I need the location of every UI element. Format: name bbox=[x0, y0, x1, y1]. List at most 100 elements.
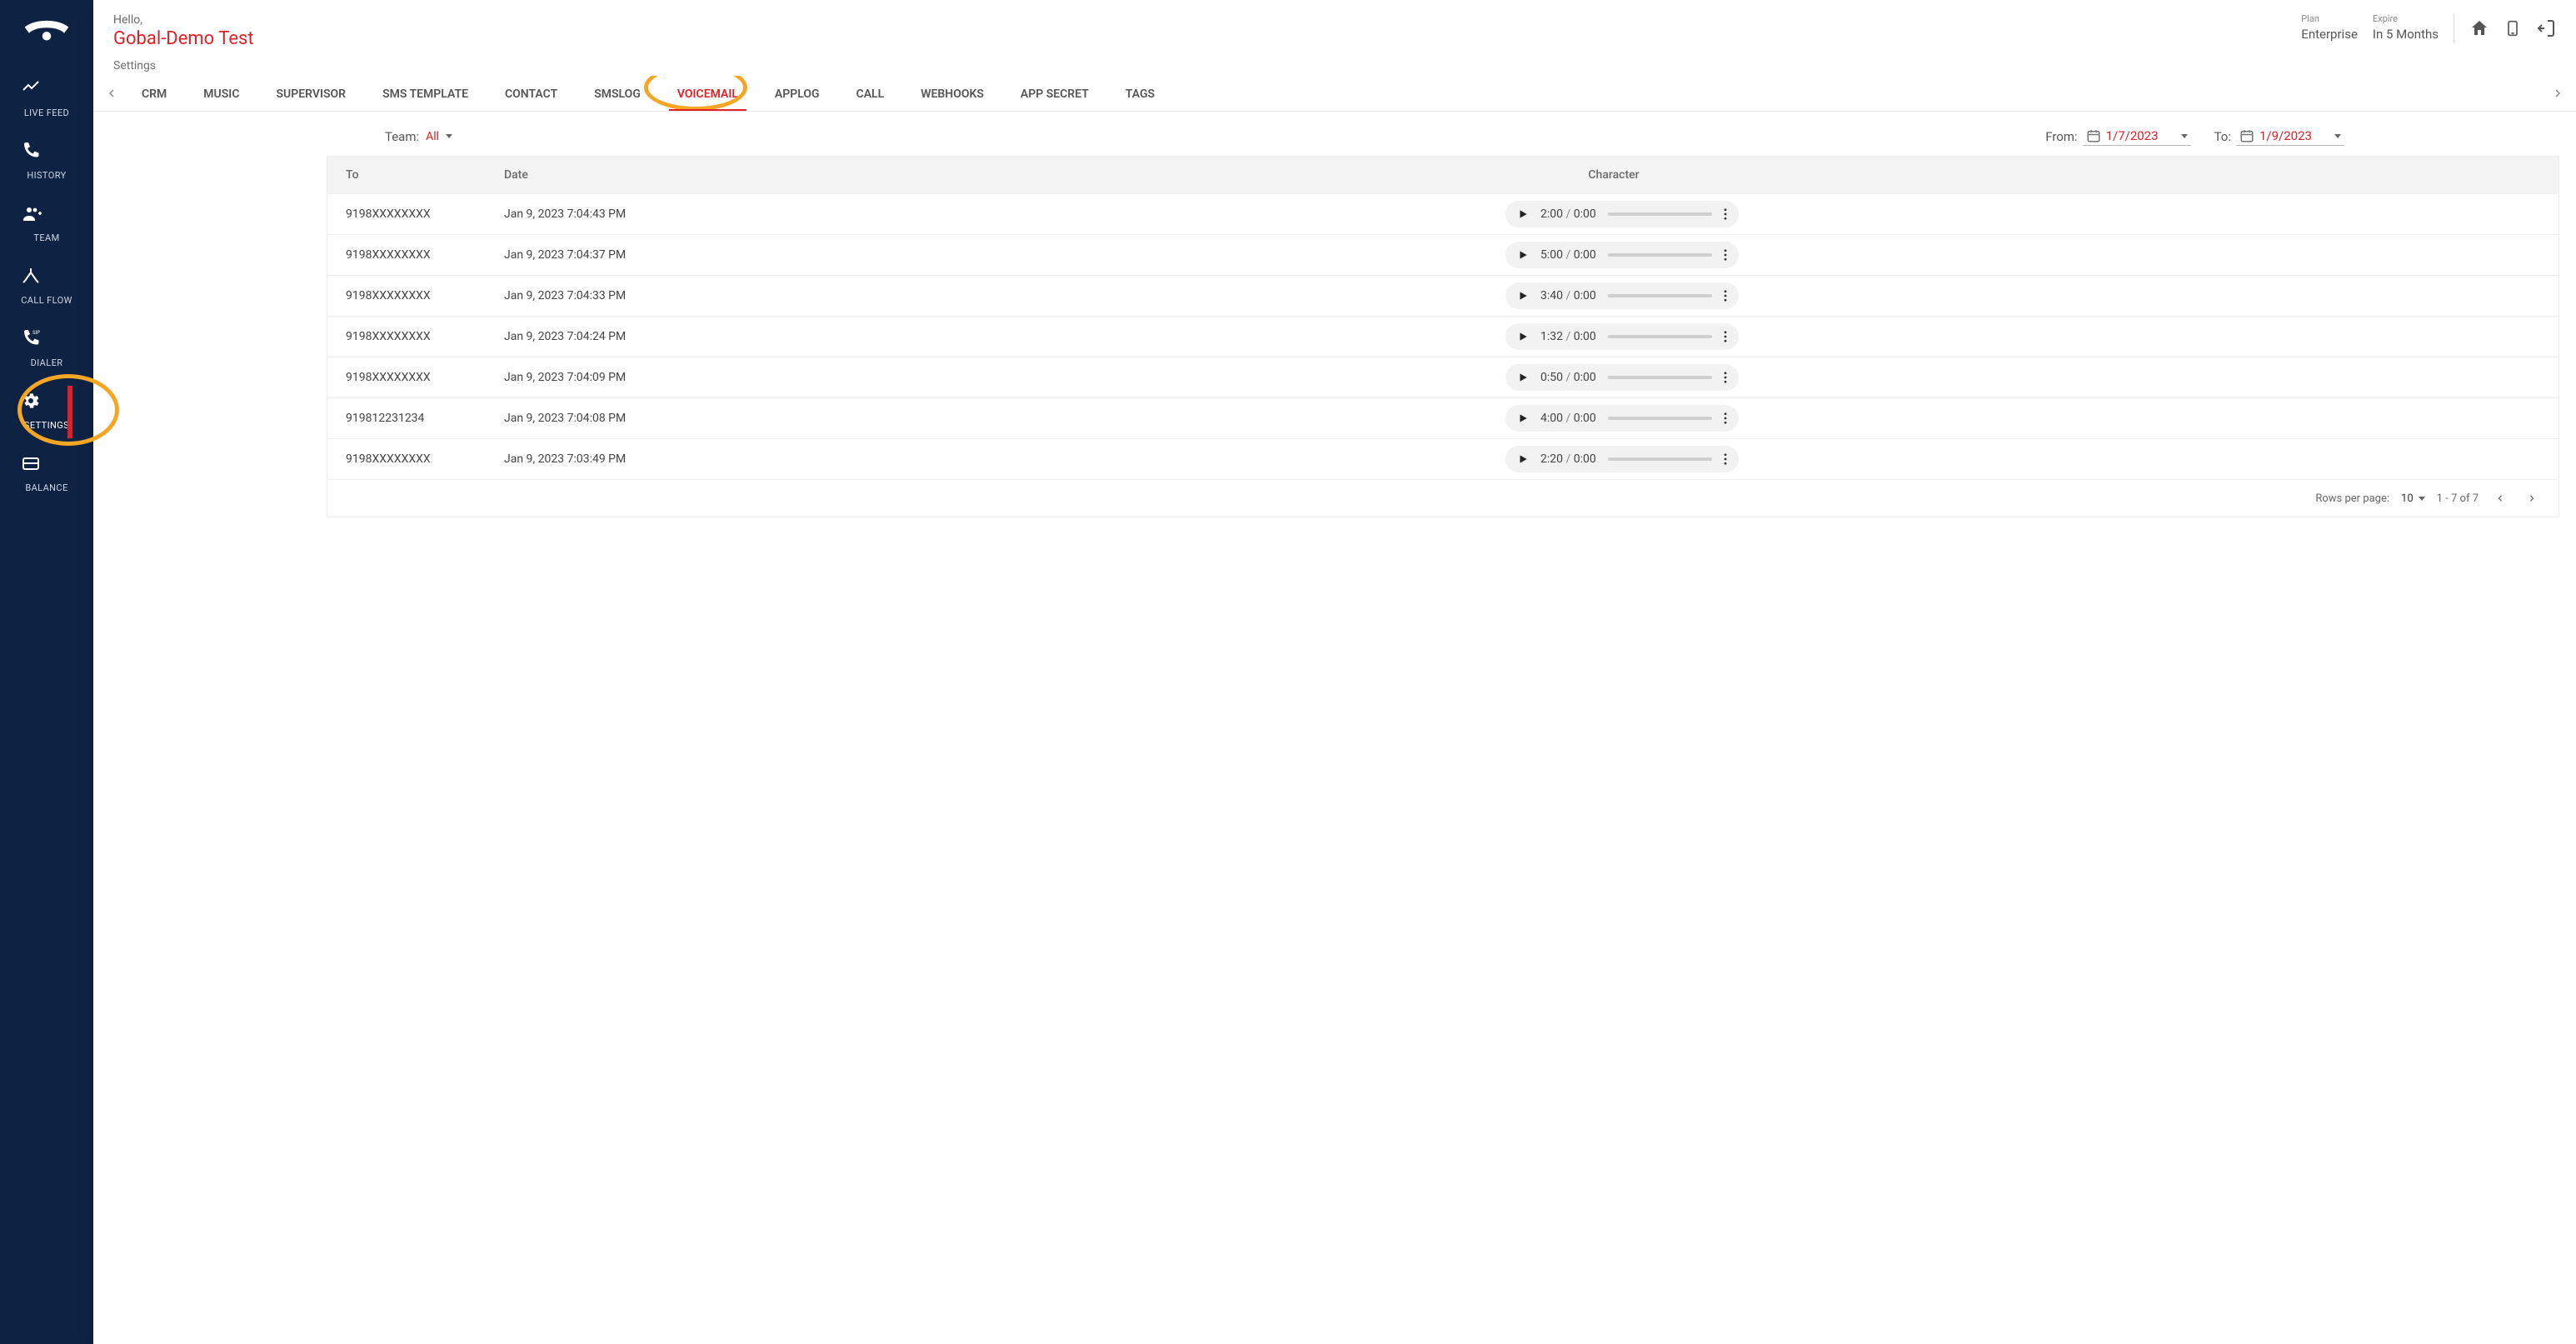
tab-label: CONTACT bbox=[505, 87, 557, 101]
sidebar-item-team[interactable]: TEAM bbox=[21, 193, 72, 256]
player-menu-button[interactable] bbox=[1724, 372, 1727, 383]
player-time: 2:00 / 0:00 bbox=[1540, 207, 1596, 221]
sidebar-item-balance[interactable]: BALANCE bbox=[21, 443, 72, 506]
sidebar-item-label: HISTORY bbox=[27, 170, 66, 181]
sidebar-item-label: LIVE FEED bbox=[24, 107, 69, 118]
player-track[interactable] bbox=[1608, 417, 1712, 420]
audio-player: 1:32 / 0:00 bbox=[1505, 323, 1739, 350]
player-time: 0:50 / 0:00 bbox=[1540, 371, 1596, 384]
audio-player: 5:00 / 0:00 bbox=[1505, 242, 1739, 268]
filters-row: Team: All From: 1/7/2023 To: 1/9/2023 bbox=[93, 112, 2576, 156]
breadcrumb: Settings bbox=[93, 59, 2576, 72]
tab-call[interactable]: CALL bbox=[838, 76, 903, 111]
expire-value: In 5 Months bbox=[2373, 27, 2439, 42]
sidebar-item-live-feed[interactable]: LIVE FEED bbox=[21, 68, 72, 131]
settings-tabs: CRM MUSIC SUPERVISOR SMS TEMPLATE CONTACT SMS… bbox=[93, 72, 2576, 112]
player-track[interactable] bbox=[1608, 212, 1712, 216]
tab-applog[interactable]: APPLOG bbox=[756, 76, 838, 111]
topbar: Hello, Gobal-Demo Test Plan Enterprise E… bbox=[93, 0, 2576, 56]
player-track[interactable] bbox=[1608, 294, 1712, 297]
home-icon[interactable] bbox=[2469, 18, 2489, 38]
tab-label: CRM bbox=[142, 87, 167, 101]
sidebar-item-label: BALANCE bbox=[25, 482, 67, 493]
sidebar-item-label: CALL FLOW bbox=[21, 295, 72, 306]
audio-player: 4:00 / 0:00 bbox=[1505, 405, 1739, 432]
tab-supervisor[interactable]: SUPERVISOR bbox=[257, 76, 364, 111]
sidebar-item-settings[interactable]: SETTINGS bbox=[21, 381, 72, 443]
play-button[interactable] bbox=[1517, 453, 1529, 465]
cell-to: 9198XXXXXXXX bbox=[346, 330, 504, 343]
sidebar-icon bbox=[21, 203, 72, 223]
rows-per-page-select[interactable]: 10 bbox=[2401, 492, 2425, 505]
next-page-button[interactable] bbox=[2522, 488, 2542, 508]
topbar-right: Plan Enterprise Expire In 5 Months bbox=[2301, 13, 2556, 43]
play-button[interactable] bbox=[1517, 412, 1529, 424]
cell-to: 9198XXXXXXXX bbox=[346, 289, 504, 302]
to-date-value: 1/9/2023 bbox=[2259, 128, 2329, 143]
cell-date: Jan 9, 2023 7:03:49 PM bbox=[504, 452, 704, 466]
tab-webhooks[interactable]: WEBHOOKS bbox=[902, 76, 1002, 111]
chevron-down-icon bbox=[2181, 134, 2188, 138]
sidebar-icon bbox=[21, 391, 72, 411]
mobile-icon[interactable] bbox=[2504, 18, 2521, 38]
player-menu-button[interactable] bbox=[1724, 249, 1727, 261]
sidebar-item-label: TEAM bbox=[33, 232, 59, 243]
main-area: Hello, Gobal-Demo Test Plan Enterprise E… bbox=[93, 0, 2576, 1344]
player-track[interactable] bbox=[1608, 335, 1712, 338]
sidebar-item-dialer[interactable]: SIPDIALER bbox=[21, 318, 72, 381]
player-menu-button[interactable] bbox=[1724, 453, 1727, 465]
player-menu-button[interactable] bbox=[1724, 412, 1727, 424]
cell-to: 9198XXXXXXXX bbox=[346, 207, 504, 221]
tab-label: CALL bbox=[856, 87, 885, 101]
tab-tags[interactable]: TAGS bbox=[1107, 76, 1173, 111]
app-logo-icon bbox=[23, 15, 70, 48]
team-filter[interactable]: Team: All bbox=[385, 129, 452, 144]
player-track[interactable] bbox=[1608, 253, 1712, 257]
play-button[interactable] bbox=[1517, 290, 1529, 302]
col-date: Date bbox=[504, 168, 687, 182]
play-button[interactable] bbox=[1517, 249, 1529, 261]
sidebar-icon bbox=[21, 453, 72, 473]
col-to: To bbox=[346, 168, 504, 182]
tab-sms-template[interactable]: SMS TEMPLATE bbox=[364, 76, 487, 111]
sidebar-icon bbox=[21, 78, 72, 98]
audio-player: 2:00 / 0:00 bbox=[1505, 201, 1739, 227]
to-date-input[interactable]: 1/9/2023 bbox=[2236, 127, 2344, 146]
player-menu-button[interactable] bbox=[1724, 290, 1727, 302]
logout-icon[interactable] bbox=[2536, 18, 2556, 38]
player-menu-button[interactable] bbox=[1724, 331, 1727, 342]
tab-crm[interactable]: CRM bbox=[123, 76, 185, 111]
plan-block: Plan Enterprise bbox=[2301, 13, 2358, 42]
prev-page-button[interactable] bbox=[2490, 488, 2510, 508]
player-time: 3:40 / 0:00 bbox=[1540, 289, 1596, 302]
table-row: 9198XXXXXXXXJan 9, 2023 7:04:33 PM 3:40 /… bbox=[327, 275, 2559, 316]
play-button[interactable] bbox=[1517, 372, 1529, 383]
table-header: To Date Character bbox=[327, 157, 2559, 193]
tab-music[interactable]: MUSIC bbox=[185, 76, 257, 111]
tabs-scroll-left-icon[interactable] bbox=[100, 88, 123, 98]
cell-date: Jan 9, 2023 7:04:33 PM bbox=[504, 289, 704, 302]
tab-app-secret[interactable]: APP SECRET bbox=[1002, 76, 1107, 111]
tab-smslog[interactable]: SMSLOG bbox=[576, 76, 659, 111]
player-time: 4:00 / 0:00 bbox=[1540, 412, 1596, 425]
from-date-input[interactable]: 1/7/2023 bbox=[2083, 127, 2191, 146]
plan-value: Enterprise bbox=[2301, 27, 2358, 42]
player-menu-button[interactable] bbox=[1724, 208, 1727, 220]
table-row: 919812231234Jan 9, 2023 7:04:08 PM4:00 /… bbox=[327, 397, 2559, 438]
audio-player: 2:20 / 0:00 bbox=[1505, 446, 1739, 472]
player-track[interactable] bbox=[1608, 457, 1712, 461]
audio-player: 0:50 / 0:00 bbox=[1505, 364, 1739, 391]
sidebar-icon bbox=[21, 266, 72, 286]
sidebar-item-call-flow[interactable]: CALL FLOW bbox=[21, 256, 72, 318]
table-row: 9198XXXXXXXXJan 9, 2023 7:04:09 PM0:50 /… bbox=[327, 357, 2559, 397]
tab-label: WEBHOOKS bbox=[921, 87, 984, 101]
play-button[interactable] bbox=[1517, 208, 1529, 220]
tab-contact[interactable]: CONTACT bbox=[487, 76, 576, 111]
tab-label: SUPERVISOR bbox=[276, 87, 346, 101]
voicemail-table: To Date Character 9198XXXXXXXXJan 9, 202… bbox=[327, 156, 2559, 517]
sidebar-item-history[interactable]: HISTORY bbox=[21, 131, 72, 193]
tabs-scroll-right-icon[interactable] bbox=[2546, 88, 2569, 98]
player-track[interactable] bbox=[1608, 376, 1712, 379]
tab-voicemail[interactable]: VOICEMAIL bbox=[659, 76, 756, 111]
play-button[interactable] bbox=[1517, 331, 1529, 342]
